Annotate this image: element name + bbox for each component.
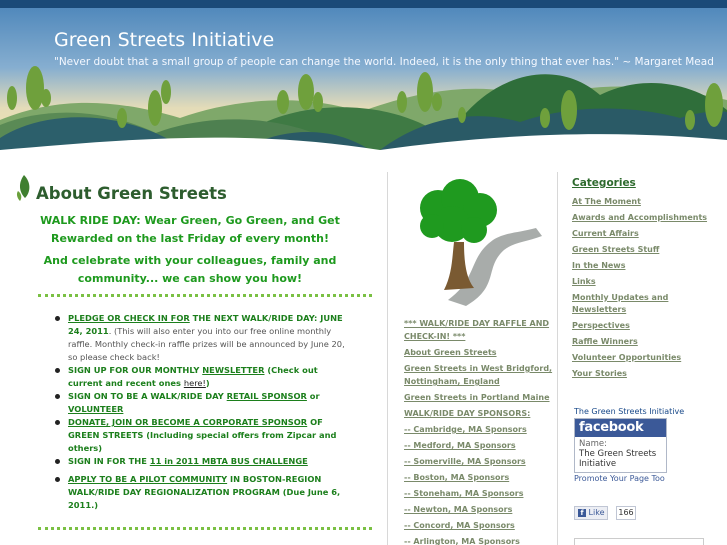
list-item: PLEDGE OR CHECK IN FOR THE NEXT WALK/RID…	[54, 312, 354, 364]
donate-join-link[interactable]: DONATE, JOIN OR BECOME A CORPORATE SPONS…	[68, 417, 307, 427]
facebook-name-value: The Green Streets Initiative	[579, 449, 657, 469]
category-current-affairs[interactable]: Current Affairs	[572, 228, 722, 240]
celebrate-promo: And celebrate with your colleagues, fami…	[43, 254, 337, 285]
sidebar-link-arlington[interactable]: -- Arlington, MA Sponsors	[404, 535, 554, 545]
facebook-like-label: Like	[588, 508, 605, 517]
newsletter-signup-text: SIGN UP FOR OUR MONTHLY	[68, 365, 203, 375]
category-awards[interactable]: Awards and Accomplishments	[572, 212, 722, 224]
sidebar-link-somerville[interactable]: -- Somerville, MA Sponsors	[404, 455, 554, 468]
category-volunteer[interactable]: Volunteer Opportunities	[572, 352, 722, 364]
category-at-the-moment[interactable]: At The Moment	[572, 196, 722, 208]
page-title: About Green Streets	[36, 184, 227, 203]
news-list: PLEDGE OR CHECK IN FOR THE NEXT WALK/RID…	[54, 312, 354, 512]
dotted-divider	[38, 527, 372, 530]
facebook-name-label: Name:	[579, 439, 607, 449]
facebook-like-button[interactable]: f Like	[574, 506, 608, 520]
list-item: SIGN UP FOR OUR MONTHLY NEWSLETTER (Chec…	[54, 364, 354, 390]
list-item: SIGN ON TO BE A WALK/RIDE DAY RETAIL SPO…	[54, 390, 354, 416]
category-perspectives[interactable]: Perspectives	[572, 320, 722, 332]
list-item: SIGN IN FOR THE 11 in 2011 MBTA BUS CHAL…	[54, 455, 354, 468]
newsletter-link[interactable]: NEWSLETTER	[202, 365, 264, 375]
sidebar-link-raffle-checkin[interactable]: *** WALK/RIDE DAY RAFFLE AND CHECK-IN! *…	[404, 317, 554, 343]
facebook-widget-frame	[574, 538, 704, 545]
list-item: APPLY TO BE A PILOT COMMUNITY IN BOSTON-…	[54, 473, 354, 512]
facebook-page-heading[interactable]: The Green Streets Initiative	[574, 407, 684, 416]
sponsor-signup-text: SIGN ON TO BE A WALK/RIDE DAY	[68, 391, 227, 401]
leaf-icon	[16, 175, 30, 201]
site-tagline-quote: "Never doubt that a small group of peopl…	[54, 56, 714, 68]
category-links[interactable]: Links	[572, 276, 722, 288]
pledge-checkin-link[interactable]: PLEDGE OR CHECK IN FOR	[68, 313, 190, 323]
sidebar-link-west-bridgford[interactable]: Green Streets in West Bridgford, Notting…	[404, 362, 554, 388]
category-in-the-news[interactable]: In the News	[572, 260, 722, 272]
newsletter-here-link[interactable]: here!	[184, 378, 206, 388]
site-title[interactable]: Green Streets Initiative	[54, 29, 274, 51]
dotted-divider	[38, 294, 372, 297]
volunteer-link[interactable]: VOLUNTEER	[68, 404, 123, 414]
bus-challenge-link[interactable]: 11 in 2011 MBTA BUS CHALLENGE	[150, 456, 308, 466]
retail-sponsor-link[interactable]: RETAIL SPONSOR	[227, 391, 307, 401]
sidebar-link-list: *** WALK/RIDE DAY RAFFLE AND CHECK-IN! *…	[404, 317, 554, 545]
column-divider	[387, 172, 388, 545]
sidebar-link-cambridge[interactable]: -- Cambridge, MA Sponsors	[404, 423, 554, 436]
category-raffle-winners[interactable]: Raffle Winners	[572, 336, 722, 348]
sidebar-link-portland[interactable]: Green Streets in Portland Maine	[404, 391, 554, 404]
header-top-bar	[0, 0, 727, 8]
main-content: About Green Streets WALK RIDE DAY: Wear …	[0, 160, 388, 545]
categories-heading: Categories	[572, 177, 636, 189]
right-sidebar: Categories At The Moment Awards and Acco…	[572, 172, 722, 545]
list-item: DONATE, JOIN OR BECOME A CORPORATE SPONS…	[54, 416, 354, 455]
column-divider	[557, 172, 558, 545]
facebook-like-count: 166	[616, 506, 636, 520]
sidebar-link-sponsors[interactable]: WALK/RIDE DAY SPONSORS:	[404, 407, 554, 420]
category-green-streets-stuff[interactable]: Green Streets Stuff	[572, 244, 722, 256]
categories-list: At The Moment Awards and Accomplishments…	[572, 196, 722, 380]
site-header: Green Streets Initiative "Never doubt th…	[0, 0, 727, 150]
walk-ride-day-promo: WALK RIDE DAY: Wear Green, Go Green, and…	[40, 214, 340, 245]
sidebar-link-concord[interactable]: -- Concord, MA Sponsors	[404, 519, 554, 532]
or-text: or	[306, 391, 320, 401]
sidebar-link-medford[interactable]: -- Medford, MA Sponsors	[404, 439, 554, 452]
sidebar-link-boston[interactable]: -- Boston, MA Sponsors	[404, 471, 554, 484]
facebook-logo: facebook	[575, 419, 666, 437]
category-monthly-updates[interactable]: Monthly Updates and Newsletters	[572, 292, 722, 316]
raffle-note-text: . (This will also enter you into our fre…	[68, 326, 345, 362]
facebook-f-icon: f	[578, 508, 586, 517]
sidebar-link-about[interactable]: About Green Streets	[404, 346, 554, 359]
newsletter-note-close: )	[205, 378, 210, 388]
bus-challenge-text: SIGN IN FOR THE	[68, 456, 150, 466]
pilot-community-link[interactable]: APPLY TO BE A PILOT COMMUNITY	[68, 474, 227, 484]
tree-path-logo	[420, 179, 542, 306]
header-landscape-graphic	[0, 0, 727, 150]
category-your-stories[interactable]: Your Stories	[572, 368, 722, 380]
facebook-badge[interactable]: facebook Name: The Green Streets Initiat…	[574, 418, 667, 473]
facebook-name-box: Name: The Green Streets Initiative	[575, 437, 666, 471]
sidebar-link-newton[interactable]: -- Newton, MA Sponsors	[404, 503, 554, 516]
facebook-promote-link[interactable]: Promote Your Page Too	[574, 474, 665, 483]
sidebar-link-stoneham[interactable]: -- Stoneham, MA Sponsors	[404, 487, 554, 500]
